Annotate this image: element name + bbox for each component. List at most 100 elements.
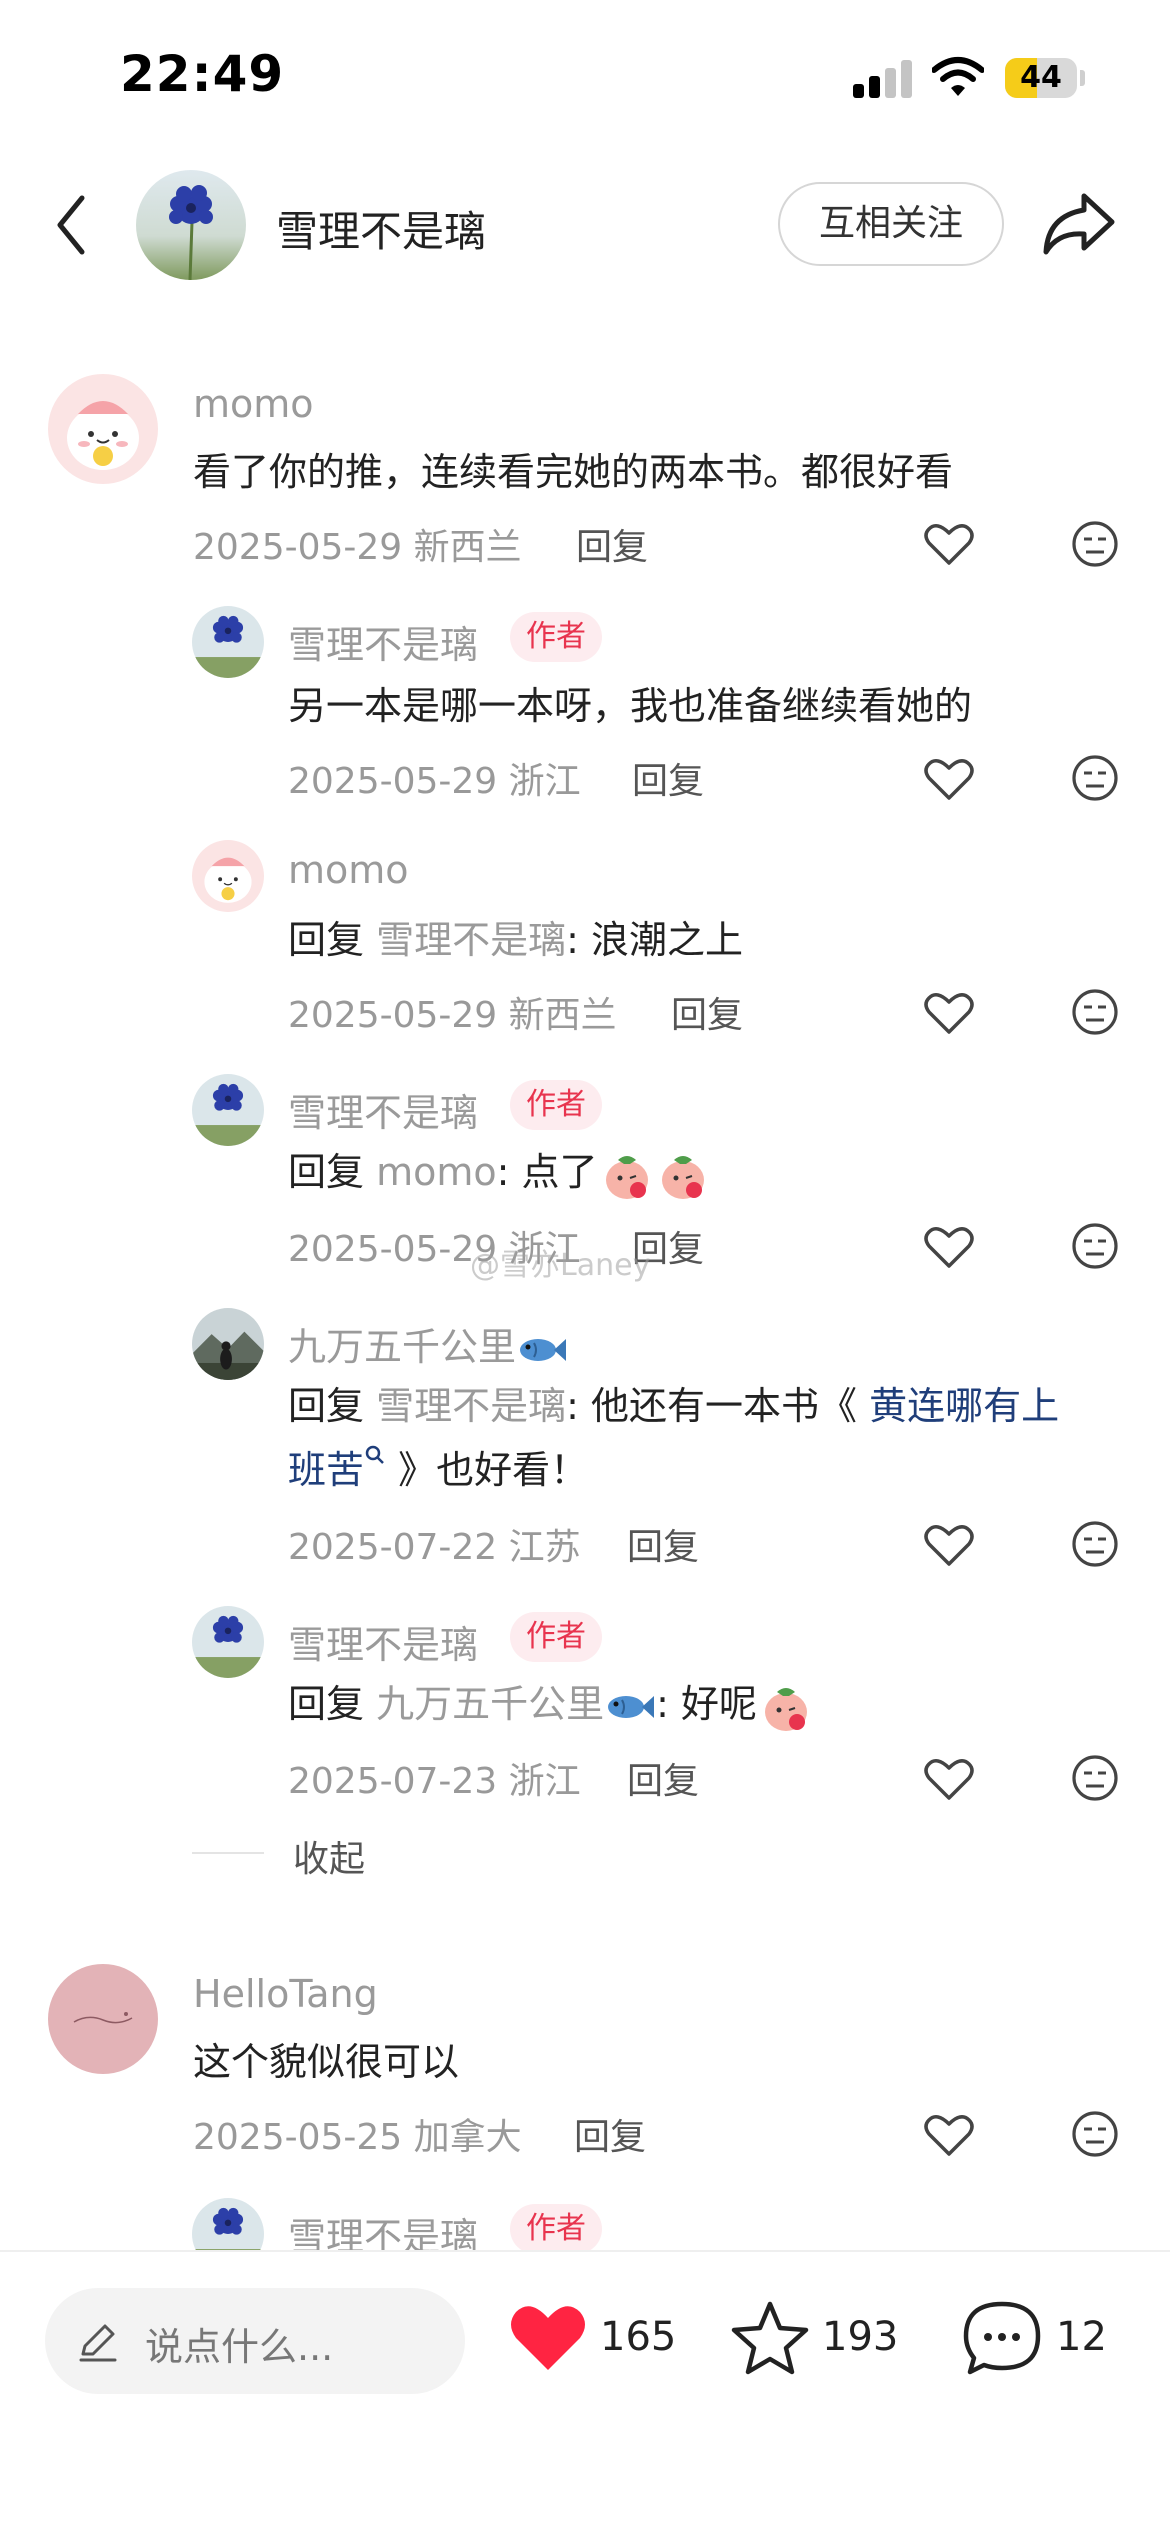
reply-body: : 点了 xyxy=(496,1150,598,1194)
battery-nub xyxy=(1080,70,1085,86)
comment-text: 回复 momo: 点了 xyxy=(288,1140,710,1204)
share-icon[interactable] xyxy=(1040,190,1118,258)
comment-meta: 2025-05-29 新西兰 xyxy=(288,986,617,1038)
like-heart-icon[interactable] xyxy=(923,2112,975,2158)
comment-location: 浙江 xyxy=(508,761,581,802)
reply-button[interactable]: 回复 xyxy=(627,1752,699,1804)
commenter-avatar[interactable] xyxy=(192,840,264,912)
battery-level: 44 xyxy=(1020,60,1062,95)
commenter-name[interactable]: 雪理不是璃 xyxy=(288,614,478,669)
comment-meta: 2025-05-29 浙江 xyxy=(288,752,581,804)
commenter-name[interactable]: 雪理不是璃 xyxy=(288,1614,478,1669)
star-icon[interactable] xyxy=(730,2300,810,2376)
favorite-count: 193 xyxy=(822,2314,899,2360)
like-heart-icon[interactable] xyxy=(923,990,975,1036)
commenter-name[interactable]: 九万五千公里 xyxy=(288,1316,568,1371)
comment-date: 2025-05-29 xyxy=(288,1229,498,1270)
comment-date: 2025-05-29 xyxy=(288,761,498,802)
mention-link[interactable]: momo xyxy=(376,1150,497,1194)
author-name[interactable]: 雪理不是璃 xyxy=(276,198,486,259)
watermark: @雪亦Laney xyxy=(470,1248,651,1283)
wifi-icon xyxy=(932,57,984,96)
dislike-face-icon[interactable] xyxy=(1071,520,1119,568)
like-heart-icon[interactable] xyxy=(923,1522,975,1568)
peach-emoji-icon xyxy=(765,1687,808,1731)
reply-prefix: 回复 xyxy=(288,1150,365,1194)
commenter-avatar[interactable] xyxy=(48,1964,158,2074)
comment-date: 2025-05-29 xyxy=(193,527,403,568)
follow-button[interactable]: 互相关注 xyxy=(778,182,1004,266)
comment-date: 2025-07-23 xyxy=(288,1761,498,1802)
like-heart-icon[interactable] xyxy=(923,521,975,567)
commenter-name[interactable]: HelloTang xyxy=(193,1972,378,2016)
comment-location: 加拿大 xyxy=(413,2117,522,2158)
status-time: 22:49 xyxy=(120,45,285,103)
comment-location: 浙江 xyxy=(508,1761,581,1802)
commenter-avatar[interactable] xyxy=(48,374,158,484)
book-link-continued[interactable]: 班苦 xyxy=(288,1448,364,1492)
reply-button[interactable]: 回复 xyxy=(632,752,704,804)
commenter-avatar[interactable] xyxy=(192,1308,264,1380)
comment-text: 另一本是哪一本呀，我也准备继续看她的 xyxy=(288,684,973,728)
dislike-face-icon[interactable] xyxy=(1071,2110,1119,2158)
commenter-name[interactable]: momo xyxy=(288,848,409,892)
reply-button[interactable]: 回复 xyxy=(576,518,648,570)
book-link[interactable]: 黄连哪有上 xyxy=(869,1384,1059,1428)
dislike-face-icon[interactable] xyxy=(1071,988,1119,1036)
commenter-avatar[interactable] xyxy=(192,1074,264,1146)
mention-link[interactable]: 九万五千公里 xyxy=(376,1682,604,1726)
dislike-face-icon[interactable] xyxy=(1071,1520,1119,1568)
author-badge: 作者 xyxy=(510,612,602,662)
dislike-face-icon[interactable] xyxy=(1071,754,1119,802)
like-heart-filled-icon[interactable] xyxy=(508,2302,588,2374)
collapse-divider xyxy=(192,1852,264,1854)
comment-input[interactable]: 说点什么... xyxy=(45,2288,465,2394)
mention-link[interactable]: 雪理不是璃 xyxy=(376,918,566,962)
commenter-name[interactable]: 雪理不是璃 xyxy=(288,1082,478,1137)
bottom-action-bar: 说点什么... 165 193 12 xyxy=(0,2250,1170,2532)
peach-emoji-icon xyxy=(661,1155,704,1199)
author-badge: 作者 xyxy=(510,2204,602,2254)
dislike-face-icon[interactable] xyxy=(1071,1754,1119,1802)
comment-text: 看了你的推，连续看完她的两本书。都很好看 xyxy=(193,450,954,494)
comment-date: 2025-05-29 xyxy=(288,995,498,1036)
reply-body: : 浪潮之上 xyxy=(566,918,744,962)
battery-icon: 44 xyxy=(1005,58,1077,98)
back-icon[interactable] xyxy=(48,190,98,260)
pencil-icon xyxy=(79,2324,117,2362)
comment-text-line2: 班苦 》也好看！ xyxy=(288,1438,588,1502)
author-avatar[interactable] xyxy=(136,170,246,280)
dislike-face-icon[interactable] xyxy=(1071,1222,1119,1270)
reply-button[interactable]: 回复 xyxy=(671,986,743,1038)
comment-meta: 2025-05-25 加拿大 xyxy=(193,2108,522,2160)
commenter-avatar[interactable] xyxy=(192,1606,264,1678)
comment-text: 回复 雪理不是璃: 他还有一本书《 黄连哪有上 xyxy=(288,1374,1059,1438)
comment-location: 江苏 xyxy=(508,1527,581,1568)
like-heart-icon[interactable] xyxy=(923,756,975,802)
commenter-name[interactable]: momo xyxy=(193,382,314,426)
reply-prefix: 回复 xyxy=(288,1682,365,1726)
fish-emoji-icon xyxy=(520,1338,567,1361)
search-icon[interactable] xyxy=(364,1444,386,1466)
comment-location: 新西兰 xyxy=(508,995,617,1036)
comment-date: 2025-07-22 xyxy=(288,1527,498,1568)
like-heart-icon[interactable] xyxy=(923,1224,975,1270)
note-header: 雪理不是璃 互相关注 xyxy=(0,160,1170,290)
like-heart-icon[interactable] xyxy=(923,1756,975,1802)
reply-body: : 他还有一本书《 xyxy=(566,1384,858,1428)
reply-button[interactable]: 回复 xyxy=(574,2108,646,2160)
comment-bubble-icon[interactable] xyxy=(962,2300,1042,2376)
mention-link[interactable]: 雪理不是璃 xyxy=(376,1384,566,1428)
author-badge: 作者 xyxy=(510,1080,602,1130)
reply-button[interactable]: 回复 xyxy=(627,1518,699,1570)
reply-body: : 好呢 xyxy=(656,1682,758,1726)
commenter-avatar[interactable] xyxy=(192,606,264,678)
comment-meta: 2025-07-23 浙江 xyxy=(288,1752,581,1804)
comment-date: 2025-05-25 xyxy=(193,2117,403,2158)
reply-prefix: 回复 xyxy=(288,1384,365,1428)
author-badge: 作者 xyxy=(510,1612,602,1662)
collapse-replies-button[interactable]: 收起 xyxy=(293,1830,365,1882)
fish-emoji-icon xyxy=(608,1695,655,1718)
comment-meta: 2025-05-29 新西兰 xyxy=(193,518,522,570)
cellular-signal-icon xyxy=(853,60,913,98)
